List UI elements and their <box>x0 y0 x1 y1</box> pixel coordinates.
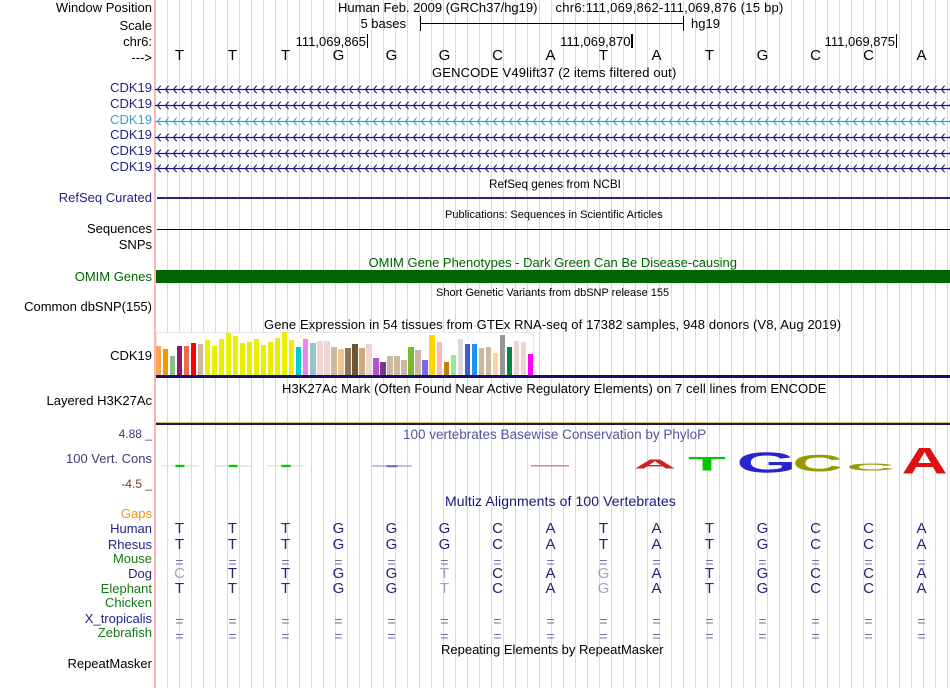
svg-text:A: A <box>901 445 947 482</box>
svg-text:C: C <box>792 450 842 477</box>
svg-text:G: G <box>736 447 796 479</box>
svg-text:T: T <box>688 453 726 475</box>
svg-text:C: C <box>846 461 894 473</box>
svg-text:A: A <box>634 457 676 471</box>
